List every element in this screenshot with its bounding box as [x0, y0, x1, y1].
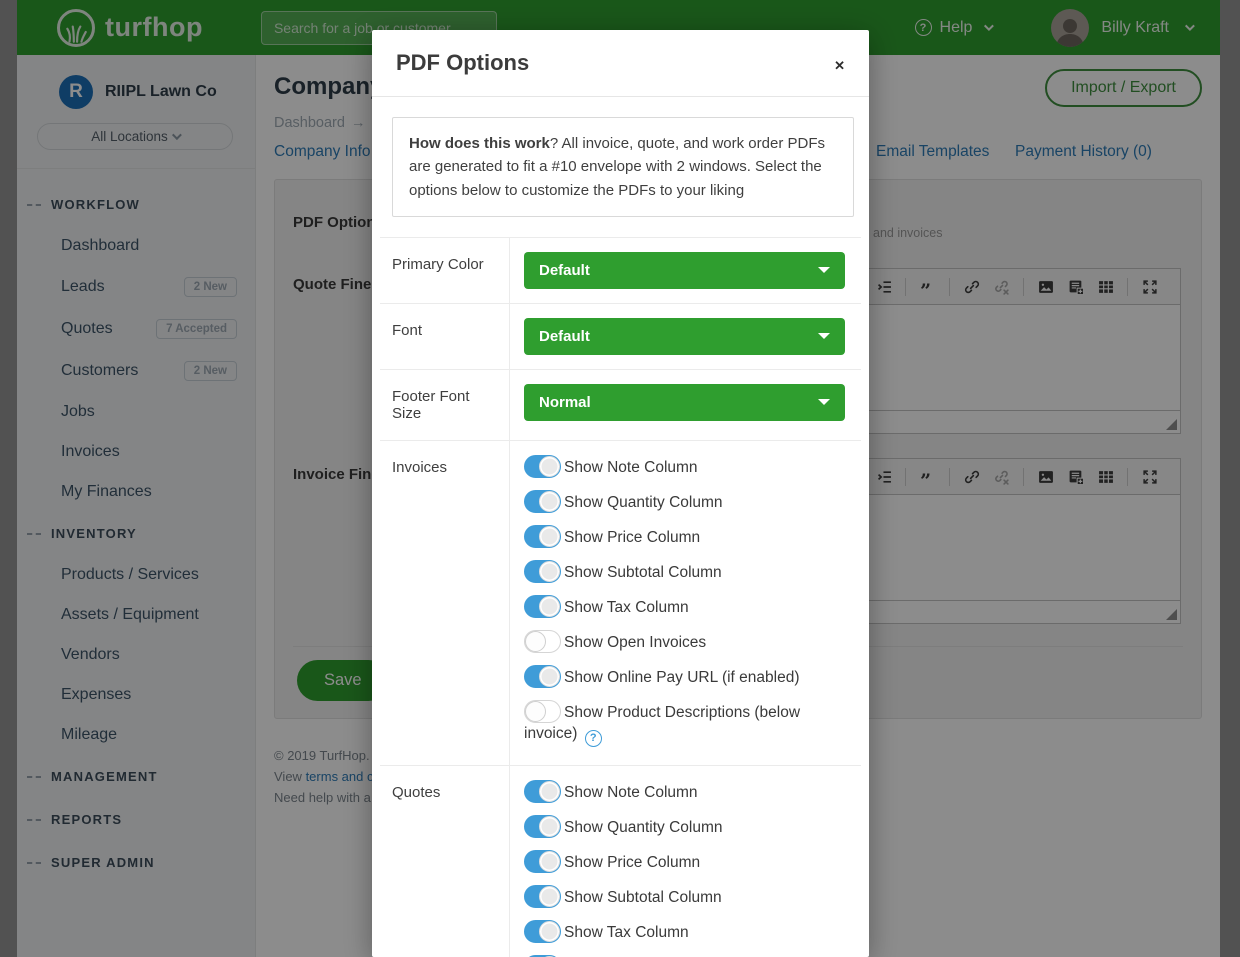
toggle-quote-price-column[interactable]: Show Price Column [524, 850, 845, 873]
toggle-switch[interactable] [524, 815, 561, 838]
font-row: Font Default [380, 303, 861, 369]
quotes-label: Quotes [380, 766, 510, 957]
toggle-invoice-note-column[interactable]: Show Note Column [524, 455, 845, 478]
invoices-row: Invoices Show Note Column Show Quantity … [380, 440, 861, 765]
toggle-label: Show Price Column [564, 529, 700, 546]
toggle-knob [539, 781, 560, 802]
toggle-label: Show Subtotal Column [564, 564, 722, 581]
primary-color-label: Primary Color [380, 238, 510, 303]
footer-font-size-row: Footer Font Size Normal [380, 369, 861, 440]
quotes-row: Quotes Show Note Column Show Quantity Co… [380, 765, 861, 957]
intro-bold: How does this work [409, 135, 550, 152]
select-value: Default [539, 328, 590, 345]
toggle-label: Show Online Pay URL (if enabled) [564, 669, 800, 686]
question-circle-icon[interactable]: ? [585, 730, 602, 747]
toggle-switch[interactable] [524, 525, 561, 548]
select-value: Normal [539, 394, 591, 411]
toggle-quote-quantity-column[interactable]: Show Quantity Column [524, 815, 845, 838]
toggle-invoice-price-column[interactable]: Show Price Column [524, 525, 845, 548]
toggle-switch[interactable] [524, 455, 561, 478]
dropdown-caret-icon [818, 333, 830, 339]
toggle-invoice-tax-column[interactable]: Show Tax Column [524, 595, 845, 618]
toggle-knob [539, 526, 560, 547]
toggle-label: Show Tax Column [564, 599, 689, 616]
toggle-invoice-product-descriptions[interactable]: Show Product Descriptions (below invoice… [524, 700, 845, 747]
toggle-knob [539, 561, 560, 582]
toggle-knob [539, 886, 560, 907]
toggle-label: Show Product Descriptions (below invoice… [524, 704, 800, 742]
toggle-label: Show Note Column [564, 784, 698, 801]
toggle-switch[interactable] [524, 560, 561, 583]
select-value: Default [539, 262, 590, 279]
toggle-label: Show Subtotal Column [564, 889, 722, 906]
toggle-label: Show Quantity Column [564, 819, 723, 836]
toggle-quote-subtotal-column[interactable]: Show Subtotal Column [524, 885, 845, 908]
toggle-quote-tax-column[interactable]: Show Tax Column [524, 920, 845, 943]
dropdown-caret-icon [818, 267, 830, 273]
toggle-switch[interactable] [524, 920, 561, 943]
dropdown-caret-icon [818, 399, 830, 405]
toggle-switch[interactable] [524, 490, 561, 513]
toggle-quote-note-column[interactable]: Show Note Column [524, 780, 845, 803]
toggle-knob [539, 596, 560, 617]
toggle-show-open-invoices[interactable]: Show Open Invoices [524, 630, 845, 653]
toggle-knob [539, 921, 560, 942]
pdf-options-modal: PDF Options ✕ How does this work? All in… [372, 30, 869, 957]
footer-font-size-label: Footer Font Size [380, 370, 510, 440]
font-select[interactable]: Default [524, 318, 845, 355]
modal-title: PDF Options [396, 50, 529, 76]
toggle-knob [525, 631, 546, 652]
toggle-invoice-subtotal-column[interactable]: Show Subtotal Column [524, 560, 845, 583]
invoices-label: Invoices [380, 441, 510, 765]
toggle-label: Show Price Column [564, 854, 700, 871]
toggle-invoice-quantity-column[interactable]: Show Quantity Column [524, 490, 845, 513]
close-icon[interactable]: ✕ [834, 50, 845, 74]
toggle-label: Show Tax Column [564, 924, 689, 941]
toggle-knob [539, 816, 560, 837]
toggle-knob [539, 666, 560, 687]
font-label: Font [380, 304, 510, 369]
toggle-knob [539, 851, 560, 872]
toggle-knob [525, 701, 546, 722]
toggle-label: Show Open Invoices [564, 634, 706, 651]
primary-color-row: Primary Color Default [380, 237, 861, 303]
toggle-label: Show Note Column [564, 459, 698, 476]
footer-font-size-select[interactable]: Normal [524, 384, 845, 421]
toggle-switch[interactable] [524, 700, 561, 723]
toggle-switch[interactable] [524, 850, 561, 873]
modal-intro: How does this work? All invoice, quote, … [392, 117, 854, 217]
toggle-switch[interactable] [524, 595, 561, 618]
toggle-show-online-pay-url[interactable]: Show Online Pay URL (if enabled) [524, 665, 845, 688]
toggle-switch[interactable] [524, 665, 561, 688]
toggle-switch[interactable] [524, 780, 561, 803]
toggle-switch[interactable] [524, 630, 561, 653]
toggle-switch[interactable] [524, 885, 561, 908]
toggle-knob [539, 456, 560, 477]
primary-color-select[interactable]: Default [524, 252, 845, 289]
toggle-label: Show Quantity Column [564, 494, 723, 511]
toggle-knob [539, 491, 560, 512]
